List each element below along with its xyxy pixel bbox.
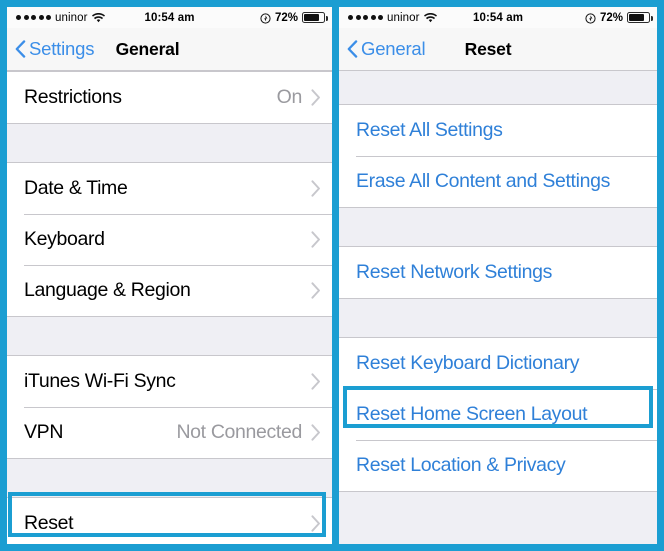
reset-row-reset-keyboard-dictionary[interactable]: Reset Keyboard Dictionary (339, 338, 657, 389)
settings-row-keyboard[interactable]: Keyboard (7, 214, 332, 265)
chevron-left-icon (347, 40, 358, 58)
settings-row-reset[interactable]: Reset (7, 498, 332, 544)
back-button-label: Settings (29, 38, 95, 59)
back-button-general[interactable]: General (347, 38, 426, 60)
wifi-icon (423, 12, 437, 24)
reset-group-1: Reset All Settings Erase All Content and… (339, 104, 657, 208)
reset-row-reset-network-settings[interactable]: Reset Network Settings (339, 247, 657, 298)
list-gap-top (339, 71, 657, 104)
chevron-right-icon (311, 89, 321, 106)
settings-row-vpn[interactable]: VPN Not Connected (7, 407, 332, 458)
list-gap-2 (7, 317, 332, 355)
signal-strength-icon (16, 15, 51, 20)
carrier-label: uninor (387, 11, 420, 24)
settings-group-4: Reset (7, 497, 332, 544)
row-label: VPN (24, 421, 64, 443)
status-bar-reset: uninor 10:54 am 72% (339, 7, 657, 28)
settings-group-1: Restrictions On (7, 71, 332, 124)
battery-percent-label: 72% (599, 11, 623, 24)
row-label: Reset Home Screen Layout (356, 403, 588, 425)
settings-list-general[interactable]: Restrictions On Date & Time Keyboard Lan… (7, 71, 332, 544)
battery-icon (627, 12, 653, 23)
list-gap-1 (339, 208, 657, 246)
row-label: Restrictions (24, 86, 122, 108)
reset-group-2: Reset Network Settings (339, 246, 657, 299)
row-label: Reset Location & Privacy (356, 454, 566, 476)
wifi-icon (91, 12, 105, 24)
chevron-right-icon (311, 180, 321, 197)
reset-row-reset-location-privacy[interactable]: Reset Location & Privacy (339, 440, 657, 491)
nav-bar-general: Settings General (7, 28, 332, 71)
location-services-icon (260, 13, 271, 24)
settings-row-language-region[interactable]: Language & Region (7, 265, 332, 316)
back-button-settings[interactable]: Settings (15, 38, 94, 60)
row-label: Language & Region (24, 279, 191, 301)
signal-strength-icon (348, 15, 383, 20)
chevron-left-icon (15, 40, 26, 58)
status-bar-left: uninor (348, 12, 437, 24)
row-label: Reset Keyboard Dictionary (356, 352, 580, 374)
row-label: Reset All Settings (356, 119, 503, 141)
reset-row-reset-home-screen-layout[interactable]: Reset Home Screen Layout (339, 389, 657, 440)
chevron-right-icon (311, 515, 321, 532)
row-label: Keyboard (24, 228, 105, 250)
back-button-label: General (361, 38, 426, 59)
chevron-right-icon (311, 373, 321, 390)
row-label: Erase All Content and Settings (356, 170, 610, 192)
dual-phone-screenshot: uninor 10:54 am 72% Settings General Res… (0, 0, 664, 551)
chevron-right-icon (311, 424, 321, 441)
status-bar-general: uninor 10:54 am 72% (7, 7, 332, 28)
reset-row-erase-all-content[interactable]: Erase All Content and Settings (339, 156, 657, 207)
screen-reset: uninor 10:54 am 72% General Reset Reset … (339, 7, 657, 544)
status-bar-left: uninor (16, 12, 105, 24)
settings-group-3: iTunes Wi-Fi Sync VPN Not Connected (7, 355, 332, 459)
phone-panel-general: uninor 10:54 am 72% Settings General Res… (0, 0, 332, 551)
row-label: Reset Network Settings (356, 261, 553, 283)
location-services-icon (585, 13, 596, 24)
reset-group-3: Reset Keyboard Dictionary Reset Home Scr… (339, 337, 657, 492)
carrier-label: uninor (55, 11, 88, 24)
battery-icon (302, 12, 328, 23)
row-label: Reset (24, 512, 74, 534)
phone-panel-reset: uninor 10:54 am 72% General Reset Reset … (332, 0, 664, 551)
settings-row-itunes-wifi-sync[interactable]: iTunes Wi-Fi Sync (7, 356, 332, 407)
chevron-right-icon (311, 231, 321, 248)
settings-list-reset[interactable]: Reset All Settings Erase All Content and… (339, 71, 657, 544)
settings-row-date-time[interactable]: Date & Time (7, 163, 332, 214)
settings-group-2: Date & Time Keyboard Language & Region (7, 162, 332, 317)
row-label: iTunes Wi-Fi Sync (24, 370, 176, 392)
chevron-right-icon (311, 282, 321, 299)
row-label: Date & Time (24, 177, 128, 199)
row-value: On (276, 86, 303, 108)
settings-row-restrictions[interactable]: Restrictions On (7, 72, 332, 123)
row-value: Not Connected (176, 421, 302, 443)
list-gap-3 (7, 459, 332, 497)
status-bar-right: 72% (585, 11, 653, 24)
nav-bar-reset: General Reset (339, 28, 657, 71)
reset-row-reset-all-settings[interactable]: Reset All Settings (339, 105, 657, 156)
status-bar-right: 72% (260, 11, 328, 24)
list-gap-2 (339, 299, 657, 337)
screen-general: uninor 10:54 am 72% Settings General Res… (7, 7, 332, 544)
list-gap-1 (7, 124, 332, 162)
battery-percent-label: 72% (274, 11, 298, 24)
